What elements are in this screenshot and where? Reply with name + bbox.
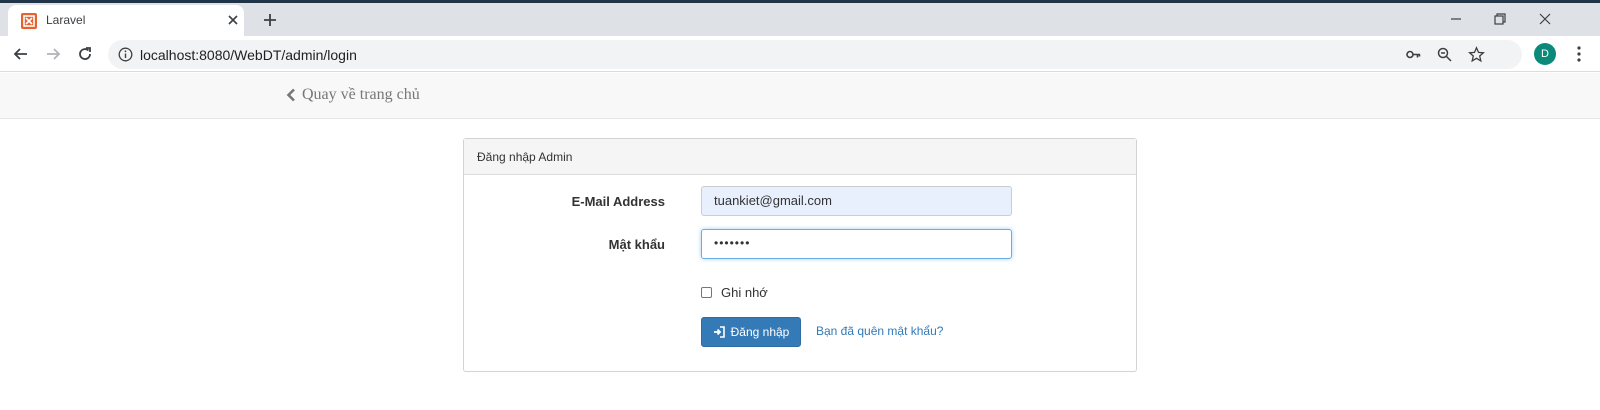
remember-checkbox[interactable] [701, 287, 712, 298]
browser-toolbar: localhost:8080/WebDT/admin/login D [0, 36, 1600, 72]
new-tab-icon[interactable] [262, 12, 278, 28]
key-icon[interactable] [1405, 46, 1422, 63]
email-input[interactable]: tuankiet@gmail.com [701, 186, 1012, 216]
back-to-home-link[interactable]: Quay về trang chủ [286, 86, 420, 104]
panel-heading: Đăng nhập Admin [464, 139, 1136, 175]
close-tab-icon[interactable] [224, 11, 242, 29]
restore-icon[interactable] [1492, 11, 1508, 27]
page-navbar: Quay về trang chủ [0, 73, 1600, 119]
login-panel: Đăng nhập Admin E-Mail Address tuankiet@… [463, 138, 1137, 372]
tab-title: Laravel [46, 13, 86, 27]
reload-icon[interactable] [76, 45, 94, 63]
password-label: Mật khẩu [608, 237, 665, 252]
forgot-password-link[interactable]: Bạn đã quên mật khẩu? [816, 324, 943, 338]
star-icon[interactable] [1468, 46, 1485, 63]
back-to-home-label: Quay về trang chủ [302, 86, 420, 103]
login-button-label: Đăng nhập [730, 325, 790, 339]
back-arrow-icon[interactable] [12, 45, 30, 63]
address-bar[interactable]: localhost:8080/WebDT/admin/login [108, 40, 1522, 69]
minimize-icon[interactable] [1448, 11, 1464, 27]
email-label: E-Mail Address [571, 194, 665, 209]
close-window-icon[interactable] [1537, 11, 1553, 27]
menu-kebab-icon[interactable] [1577, 46, 1581, 62]
url-text[interactable]: localhost:8080/WebDT/admin/login [140, 47, 357, 63]
remember-label[interactable]: Ghi nhớ [721, 285, 768, 300]
password-input[interactable]: ••••••• [701, 229, 1012, 259]
browser-tab[interactable]: Laravel [8, 5, 244, 36]
remember-row: Ghi nhớ [701, 285, 768, 300]
zoom-icon[interactable] [1436, 46, 1453, 63]
sign-in-icon [713, 326, 725, 338]
info-icon[interactable] [118, 47, 133, 62]
forward-arrow-icon[interactable] [44, 45, 62, 63]
profile-avatar[interactable]: D [1534, 43, 1556, 65]
tab-strip: Laravel [0, 3, 1600, 36]
login-button[interactable]: Đăng nhập [701, 317, 801, 347]
chevron-left-icon [286, 88, 295, 102]
laravel-favicon-icon [21, 13, 37, 29]
